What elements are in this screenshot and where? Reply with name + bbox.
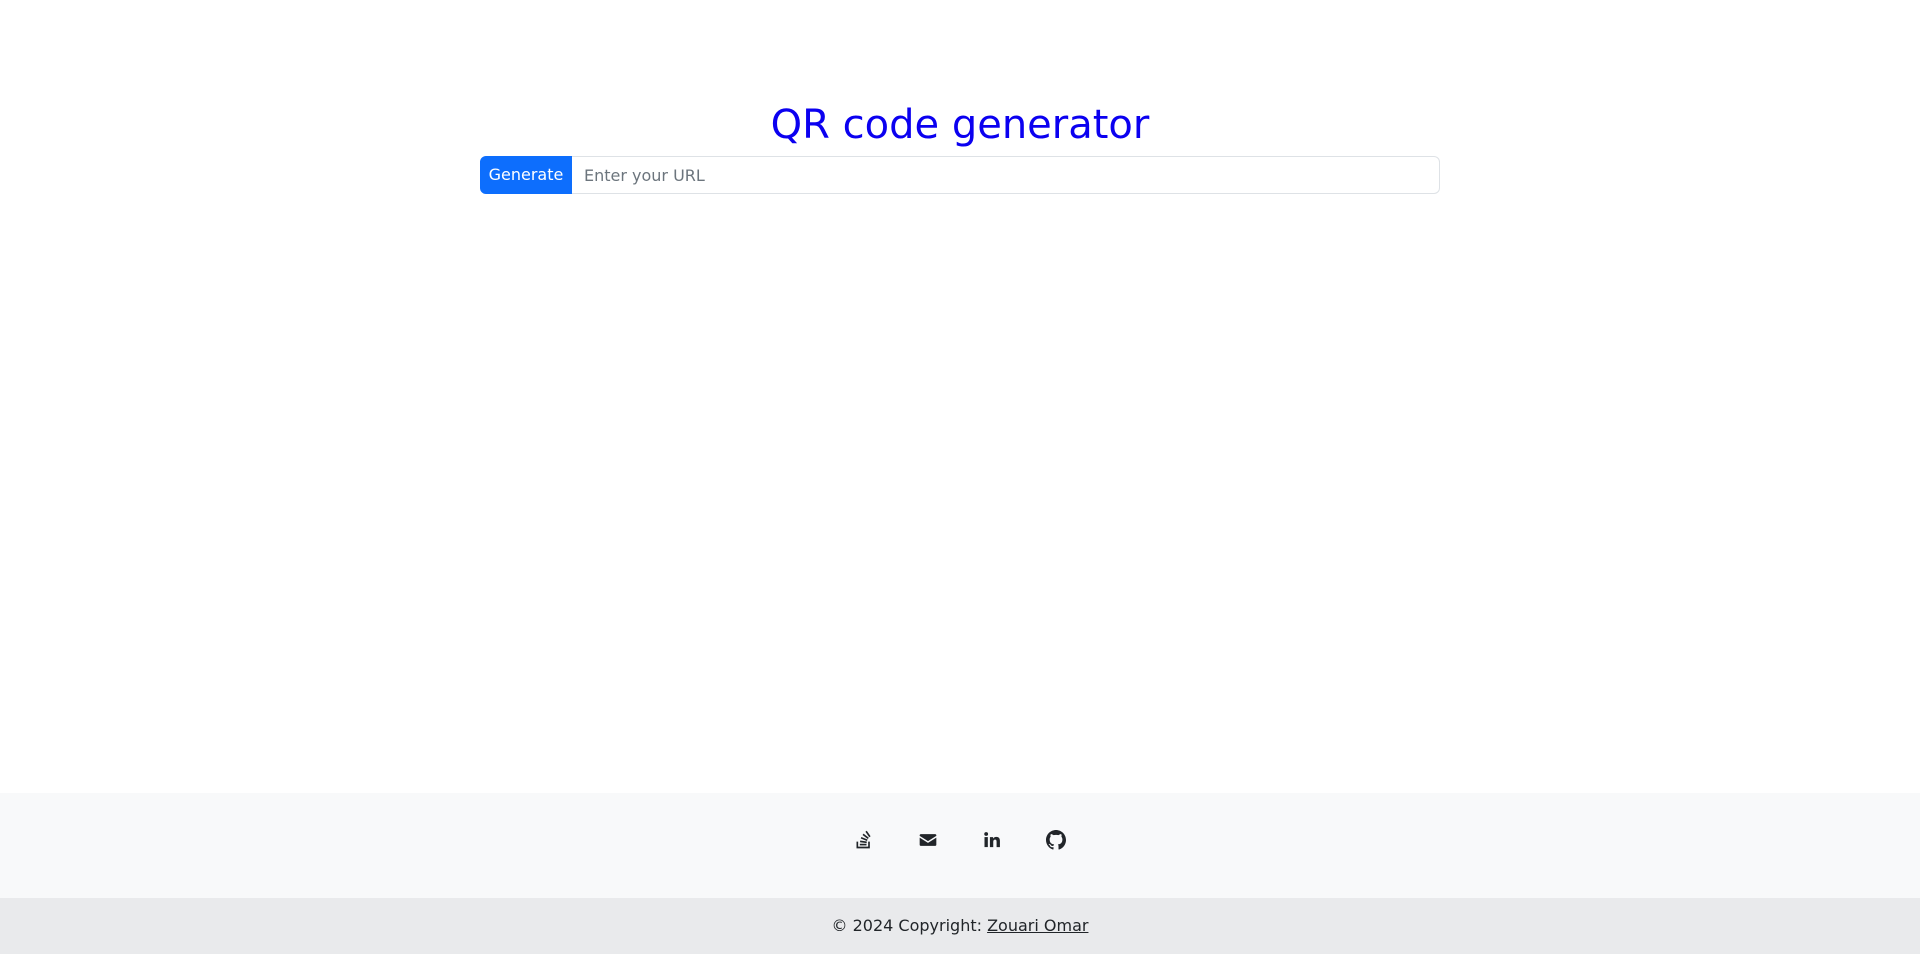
main-content: QR code generator Generate <box>0 0 1920 793</box>
generate-button[interactable]: Generate <box>480 156 572 194</box>
social-icon-row <box>0 828 1920 852</box>
copyright-bar: © 2024 Copyright: Zouari Omar <box>0 898 1920 954</box>
stack-overflow-icon <box>856 830 871 849</box>
linkedin-icon <box>984 832 1000 848</box>
envelope-icon <box>919 834 937 846</box>
footer-social-section <box>0 793 1920 898</box>
github-link[interactable] <box>1044 828 1068 852</box>
email-link[interactable] <box>916 828 940 852</box>
author-link[interactable]: Zouari Omar <box>987 916 1088 935</box>
url-input-group: Generate <box>480 156 1440 194</box>
page-title: QR code generator <box>770 102 1150 148</box>
linkedin-link[interactable] <box>980 828 1004 852</box>
url-input[interactable] <box>572 156 1440 194</box>
page: QR code generator Generate Enter your UR… <box>0 0 1920 954</box>
stack-overflow-link[interactable] <box>852 828 876 852</box>
github-icon <box>1046 830 1066 850</box>
copyright-text: © 2024 Copyright: <box>831 916 988 935</box>
